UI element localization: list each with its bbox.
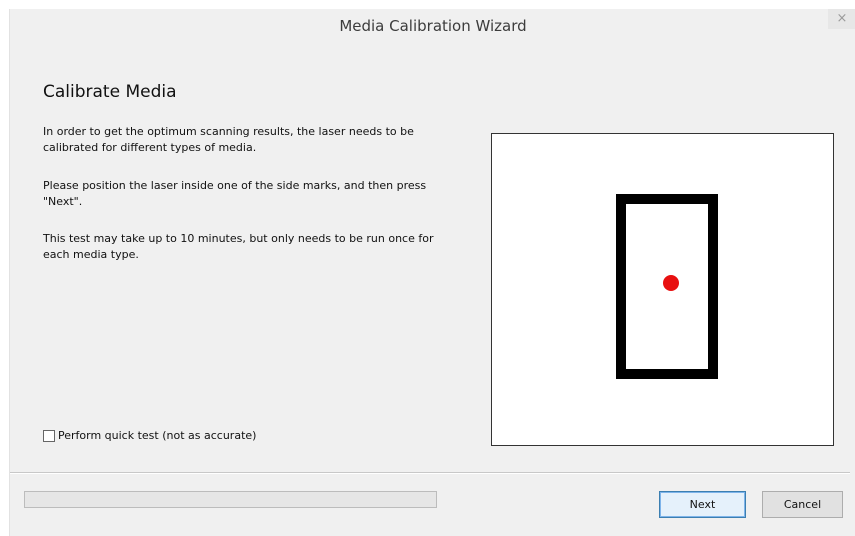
page-heading: Calibrate Media [43,82,177,102]
progress-bar [24,491,437,508]
laser-dot [663,275,679,291]
close-icon: × [836,11,848,26]
duration-note-text: This test may take up to 10 minutes, but… [43,232,434,261]
close-button[interactable]: × [828,9,855,29]
title-bar: Media Calibration Wizard × [10,9,855,42]
wizard-window: Media Calibration Wizard × Calibrate Med… [9,9,855,536]
footer-separator [10,472,850,474]
quick-test-checkbox[interactable] [43,429,55,442]
calibration-preview [491,133,834,446]
next-button[interactable]: Next [659,491,746,518]
quick-test-option[interactable]: Perform quick test (not as accurate) [43,429,256,442]
cancel-button[interactable]: Cancel [762,491,843,518]
intro-text: In order to get the optimum scanning res… [43,125,414,154]
quick-test-label: Perform quick test (not as accurate) [58,429,257,442]
instruction-text: Please position the laser inside one of … [43,179,427,208]
window-title: Media Calibration Wizard [339,17,527,35]
calibration-diagram [616,194,718,379]
